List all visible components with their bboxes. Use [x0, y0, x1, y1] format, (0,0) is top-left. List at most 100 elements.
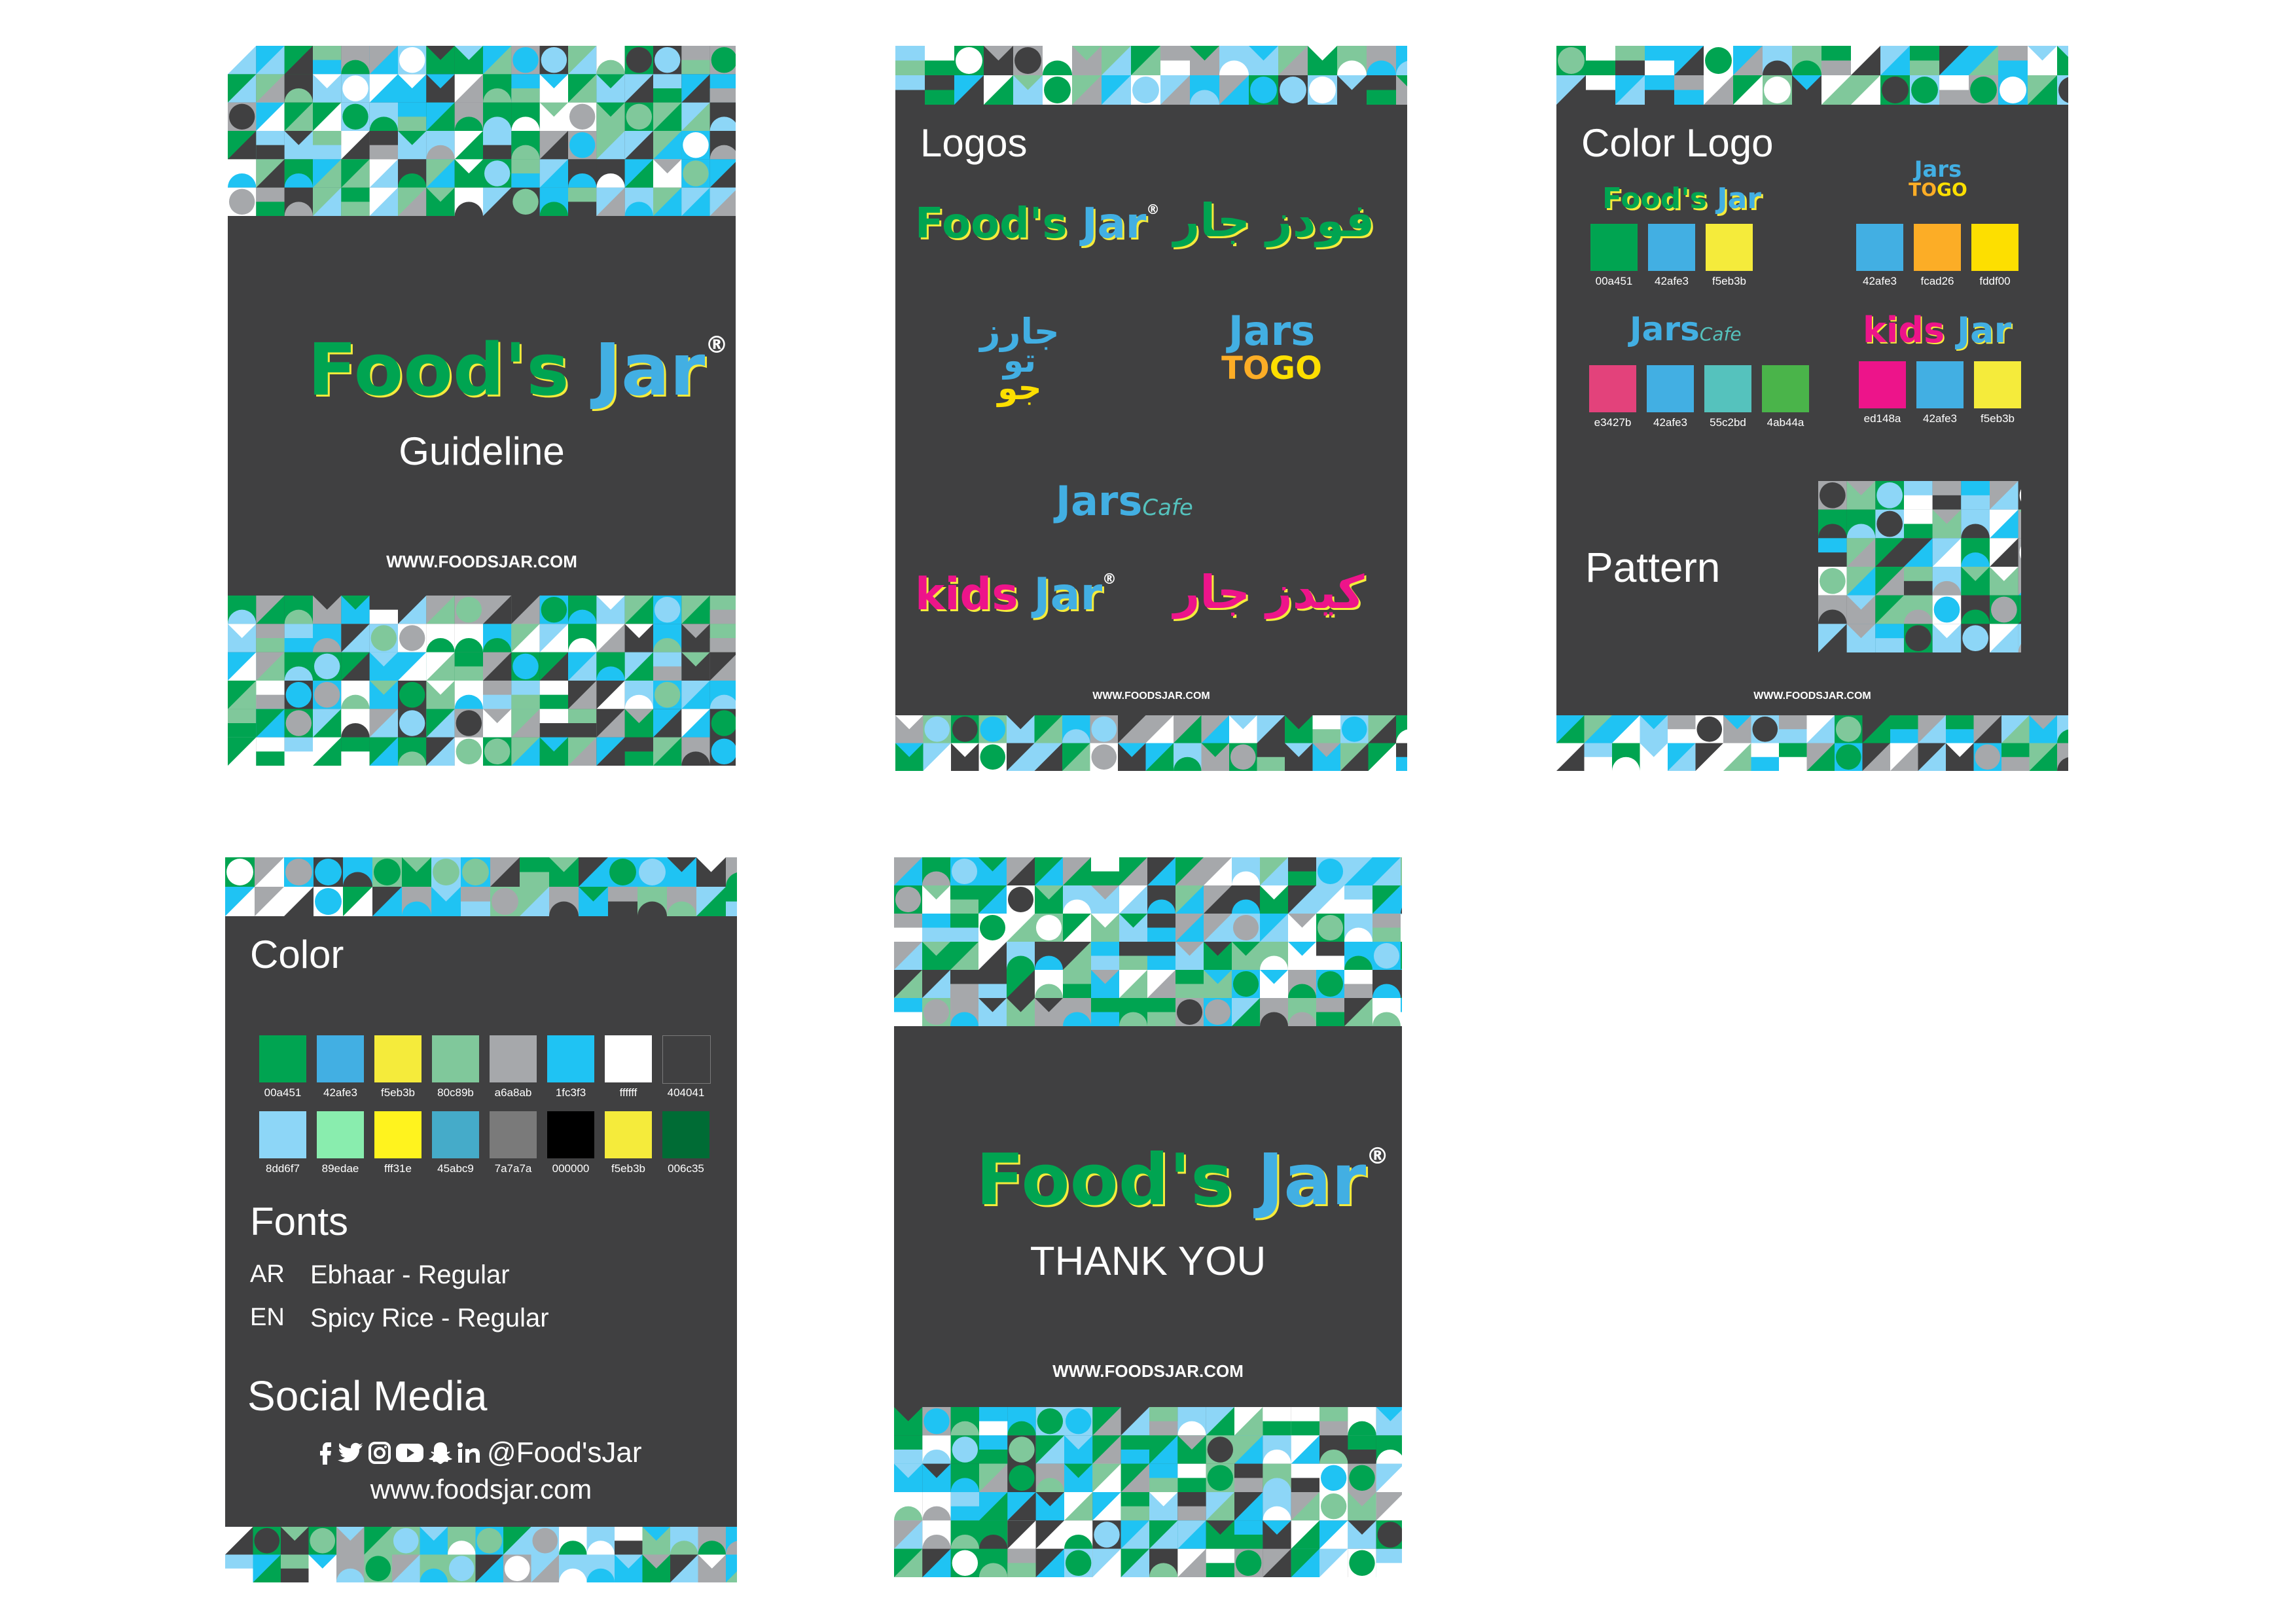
color-swatch-label: 8dd6f7: [266, 1162, 300, 1175]
color-swatch-label: f5eb3b: [381, 1086, 415, 1099]
color-swatch-label: 80c89b: [437, 1086, 474, 1099]
linkedin-icon[interactable]: [457, 1442, 480, 1464]
arabic-jarstogo-logo: جارز تو جو: [980, 311, 1060, 407]
color-swatch-label: fff31e: [384, 1162, 412, 1175]
logo-color-swatch: [1647, 365, 1694, 412]
foodsjar-logo-small: Food's Jar: [1602, 182, 1761, 215]
logo-color-swatch: [1914, 224, 1961, 271]
jarscafe-logo-small: JarsCafe: [1630, 310, 1742, 348]
color-swatch-label: 006c35: [668, 1162, 704, 1175]
color-swatch: [490, 1111, 537, 1158]
color-swatch-label: 42afe3: [1863, 275, 1897, 287]
website-text: WWW.FOODSJAR.COM: [1753, 690, 1871, 702]
page-title: Logos: [920, 121, 1028, 165]
top-pattern-band: [894, 857, 1402, 1026]
color-swatch-label: 42afe3: [1923, 412, 1957, 425]
website-text: WWW.FOODSJAR.COM: [1052, 1361, 1244, 1381]
color-swatch: [317, 1035, 364, 1082]
color-swatch-label: f5eb3b: [611, 1162, 645, 1175]
snapchat-icon[interactable]: [428, 1441, 453, 1465]
color-swatch-label: 00a451: [1595, 275, 1633, 287]
color-swatch: [259, 1111, 306, 1158]
color-logo-page: Color Logo Food's Jar Jars TOGO JarsCafe…: [1556, 46, 2068, 771]
color-swatch: [317, 1111, 364, 1158]
color-swatch-label: 42afe3: [1655, 275, 1689, 287]
color-swatch: [374, 1035, 422, 1082]
facebook-icon[interactable]: [315, 1441, 334, 1465]
logo-color-swatch: [1648, 224, 1695, 271]
youtube-icon[interactable]: [395, 1442, 424, 1464]
top-pattern-band: [1556, 46, 2068, 105]
color-swatch-label: 55c2bd: [1710, 416, 1746, 429]
font-ar-name: Ebhaar - Regular: [310, 1260, 510, 1289]
bottom-pattern-band: [895, 715, 1407, 771]
color-swatch-label: fddf00: [1979, 275, 2011, 287]
color-swatch: [432, 1111, 479, 1158]
logo-color-swatch: [1706, 224, 1753, 271]
twitter-icon[interactable]: [338, 1442, 364, 1464]
color-page: Color 00a451 42afe3 f5eb3b 80c89b a6a8ab 1fc3…: [225, 857, 737, 1582]
color-swatch-label: ed148a: [1863, 412, 1901, 425]
color-swatch-label: 42afe3: [323, 1086, 357, 1099]
font-en-code: EN: [250, 1304, 285, 1331]
logo-color-swatch: [1856, 224, 1903, 271]
color-swatch-label: 1fc3f3: [555, 1086, 586, 1099]
website-text[interactable]: www.foodsjar.com: [225, 1474, 737, 1505]
color-swatch-label: 42afe3: [1653, 416, 1687, 429]
color-swatch-label: f5eb3b: [1712, 275, 1746, 287]
instagram-icon[interactable]: [368, 1441, 391, 1465]
color-swatch-label: a6a8ab: [494, 1086, 532, 1099]
color-swatch-label: 45abc9: [437, 1162, 474, 1175]
page-title: Color: [250, 933, 344, 976]
jarstogo-logo-small: Jars TOGO: [1909, 156, 1967, 200]
color-swatch: [662, 1035, 711, 1084]
font-en-name: Spicy Rice - Regular: [310, 1304, 549, 1332]
bottom-pattern-band: [1556, 715, 2068, 771]
thankyou-page: Food's Jar® THANK YOU WWW.FOODSJAR.COM: [894, 857, 1402, 1577]
social-title: Social Media: [247, 1372, 488, 1419]
logo-color-swatch: [1859, 361, 1906, 408]
logo-color-swatch: [1589, 365, 1636, 412]
color-swatch-label: f5eb3b: [1981, 412, 2015, 425]
color-swatch: [374, 1111, 422, 1158]
color-swatch-label: 7a7a7a: [494, 1162, 532, 1175]
thankyou-text: THANK YOU: [1030, 1239, 1266, 1284]
color-swatch: [547, 1111, 594, 1158]
pattern-sample: [1818, 481, 2021, 652]
logos-page: Logos Food's Jar® فودز جار جارز تو جو Ja…: [895, 46, 1407, 771]
cover-page: Food's Jar® Guideline WWW.FOODSJAR.COM: [228, 46, 736, 766]
jarstogo-logo: Jars TOGO: [1221, 307, 1322, 387]
logo-color-swatch: [1971, 224, 2018, 271]
top-pattern-band: [895, 46, 1407, 105]
color-swatch: [662, 1111, 709, 1158]
kidsjar-logo-small: kids Jar: [1863, 310, 2012, 351]
color-swatch-label: ffffff: [619, 1086, 637, 1099]
color-swatch-label: fcad26: [1920, 275, 1954, 287]
foodsjar-logo: Food's Jar®: [308, 328, 728, 412]
color-swatch-label: 00a451: [264, 1086, 302, 1099]
bottom-pattern-band: [225, 1527, 737, 1582]
top-pattern-band: [225, 857, 737, 916]
color-swatch-label: 000000: [552, 1162, 590, 1175]
page-title: Color Logo: [1581, 121, 1774, 165]
kidsjar-logo: kids Jar®: [915, 569, 1117, 620]
logo-color-swatch: [1704, 365, 1751, 412]
social-handle[interactable]: @Food'sJar: [487, 1436, 641, 1469]
arabic-foodsjar-logo: فودز جار: [1174, 194, 1375, 247]
logo-color-swatch: [1916, 361, 1964, 408]
logo-color-swatch: [1590, 224, 1638, 271]
fonts-title: Fonts: [250, 1200, 349, 1243]
top-pattern-band: [228, 46, 736, 216]
arabic-kidsjar-logo: كيدز جار: [1174, 565, 1365, 619]
logo-color-swatch: [1762, 365, 1809, 412]
color-swatch-label: 404041: [667, 1086, 705, 1099]
logo-color-swatch: [1974, 361, 2021, 408]
cover-subtitle: Guideline: [399, 429, 565, 473]
color-swatch: [605, 1111, 652, 1158]
color-swatch: [547, 1035, 594, 1082]
social-icons-row: @Food'sJar: [315, 1436, 641, 1469]
website-text: WWW.FOODSJAR.COM: [1092, 690, 1210, 702]
color-swatch-label: 89edae: [321, 1162, 359, 1175]
color-swatch-label: e3427b: [1594, 416, 1632, 429]
bottom-pattern-band: [894, 1407, 1402, 1577]
